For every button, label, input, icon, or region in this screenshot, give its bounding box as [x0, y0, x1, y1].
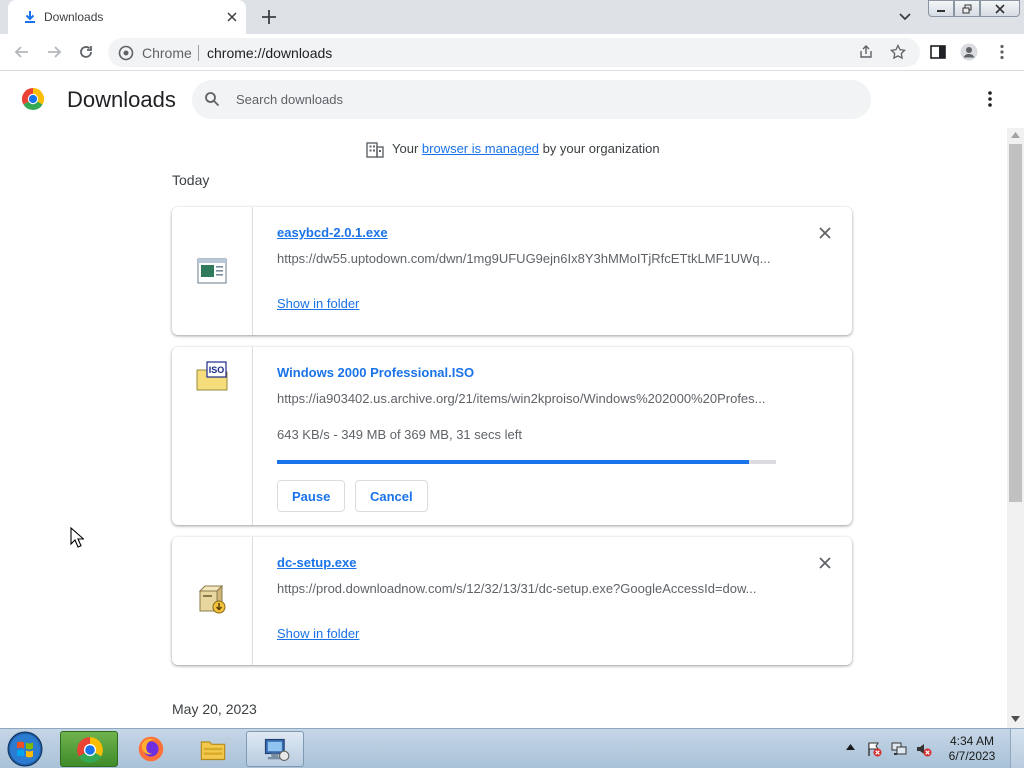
cancel-button[interactable]: Cancel — [355, 480, 428, 512]
search-icon[interactable] — [204, 91, 220, 107]
download-item: easybcd-2.0.1.exe https://dw55.uptodown.… — [172, 207, 852, 335]
download-icon — [25, 11, 35, 23]
windows-taskbar: 4:34 AM 6/7/2023 — [0, 728, 1024, 768]
scrollbar-thumb[interactable] — [1009, 144, 1022, 502]
chevron-down-icon[interactable] — [897, 10, 913, 24]
download-progress-bar — [277, 460, 776, 464]
file-source-url[interactable]: https://dw55.uptodown.com/dwn/1mg9UFUG9e… — [277, 251, 777, 266]
taskbar-system-app[interactable] — [246, 731, 304, 767]
minimize-button[interactable] — [928, 0, 954, 17]
more-actions-icon[interactable] — [983, 90, 997, 108]
side-panel-icon[interactable] — [929, 43, 947, 61]
show-in-folder-link[interactable]: Show in folder — [277, 296, 359, 311]
remove-from-list-icon[interactable] — [818, 226, 832, 240]
restore-icon — [962, 4, 972, 13]
show-desktop-button[interactable] — [1010, 729, 1024, 768]
taskbar-file-explorer[interactable] — [184, 731, 242, 767]
clock-date: 6/7/2023 — [948, 749, 996, 763]
close-tab-icon[interactable] — [224, 9, 240, 25]
reload-icon[interactable] — [77, 43, 95, 61]
computer-app-icon — [264, 738, 290, 762]
firefox-app-icon — [138, 736, 164, 762]
show-hidden-icons-arrow-icon[interactable] — [846, 743, 855, 751]
managed-suffix: by your organization — [538, 141, 660, 156]
taskbar-clock[interactable]: 4:34 AM 6/7/2023 — [946, 734, 998, 764]
tab-title: Downloads — [44, 10, 104, 24]
taskbar-firefox[interactable] — [122, 731, 180, 767]
address-bar[interactable]: Chrome chrome://downloads — [108, 38, 920, 67]
volume-muted-icon[interactable] — [916, 741, 932, 757]
chrome-app-icon — [77, 737, 103, 763]
window-controls — [928, 0, 1020, 18]
browser-menu-icon[interactable] — [993, 43, 1011, 61]
profile-avatar-icon[interactable] — [960, 43, 978, 61]
start-button-icon[interactable] — [6, 730, 44, 768]
back-arrow-icon[interactable] — [13, 43, 31, 61]
forward-arrow-icon[interactable] — [45, 43, 63, 61]
omnibox-divider — [198, 45, 199, 61]
site-chip-label: Chrome — [142, 45, 192, 61]
share-icon[interactable] — [858, 44, 874, 60]
date-header-may-20: May 20, 2023 — [172, 701, 257, 717]
downloads-header: Downloads — [0, 72, 1024, 128]
mouse-cursor-icon — [70, 527, 84, 548]
file-icon-column — [172, 537, 253, 665]
new-tab-icon[interactable] — [260, 8, 278, 26]
taskbar-chrome[interactable] — [60, 731, 118, 767]
scroll-down-arrow-icon[interactable] — [1011, 716, 1020, 722]
search-input[interactable] — [236, 89, 836, 109]
managed-link[interactable]: browser is managed — [422, 141, 539, 156]
browser-toolbar: Chrome chrome://downloads — [0, 34, 1024, 71]
file-icon-column: ISO — [172, 347, 253, 525]
tab-downloads[interactable]: Downloads — [8, 0, 246, 34]
scroll-up-arrow-icon[interactable] — [1011, 132, 1020, 138]
download-item-in-progress: ISO Windows 2000 Professional.ISO https:… — [172, 347, 852, 525]
file-icon-column — [172, 207, 253, 335]
folder-app-icon — [200, 741, 226, 761]
download-item: dc-setup.exe https://prod.downloadnow.co… — [172, 537, 852, 665]
file-name-link[interactable]: easybcd-2.0.1.exe — [277, 225, 388, 240]
url-text[interactable]: chrome://downloads — [207, 45, 332, 61]
search-box[interactable] — [192, 80, 871, 119]
file-name[interactable]: Windows 2000 Professional.ISO — [277, 365, 474, 380]
minimize-icon — [937, 9, 945, 12]
clock-time: 4:34 AM — [949, 734, 995, 748]
download-status-text: 643 KB/s - 349 MB of 369 MB, 31 secs lef… — [277, 427, 522, 442]
page-scrollbar[interactable] — [1007, 128, 1024, 728]
network-icon[interactable] — [891, 741, 907, 757]
download-progress-fill — [277, 460, 750, 464]
restore-button[interactable] — [954, 0, 980, 17]
remove-from-list-icon[interactable] — [818, 556, 832, 570]
show-in-folder-link[interactable]: Show in folder — [277, 626, 359, 641]
file-source-url[interactable]: https://ia903402.us.archive.org/21/items… — [277, 391, 777, 406]
close-window-button[interactable] — [980, 0, 1020, 17]
page-title: Downloads — [67, 87, 176, 112]
chrome-logo-icon — [21, 88, 45, 111]
installer-file-icon — [198, 584, 226, 614]
tab-strip: Downloads — [0, 0, 1024, 34]
pause-button[interactable]: Pause — [277, 480, 346, 512]
managed-text: Your browser is managed by your organiza… — [392, 141, 660, 156]
file-name-link[interactable]: dc-setup.exe — [277, 555, 356, 570]
date-header-today: Today — [172, 172, 210, 188]
exe-file-icon — [197, 258, 227, 284]
close-icon — [995, 3, 1005, 14]
file-source-url[interactable]: https://prod.downloadnow.com/s/12/32/13/… — [277, 581, 777, 596]
action-center-flag-icon[interactable] — [866, 741, 882, 757]
chrome-site-icon[interactable] — [118, 45, 134, 61]
managed-prefix: Your — [392, 141, 422, 156]
svg-text:ISO: ISO — [209, 365, 225, 375]
iso-file-icon: ISO — [196, 361, 228, 391]
building-icon — [366, 142, 384, 158]
bookmark-star-icon[interactable] — [890, 44, 906, 60]
